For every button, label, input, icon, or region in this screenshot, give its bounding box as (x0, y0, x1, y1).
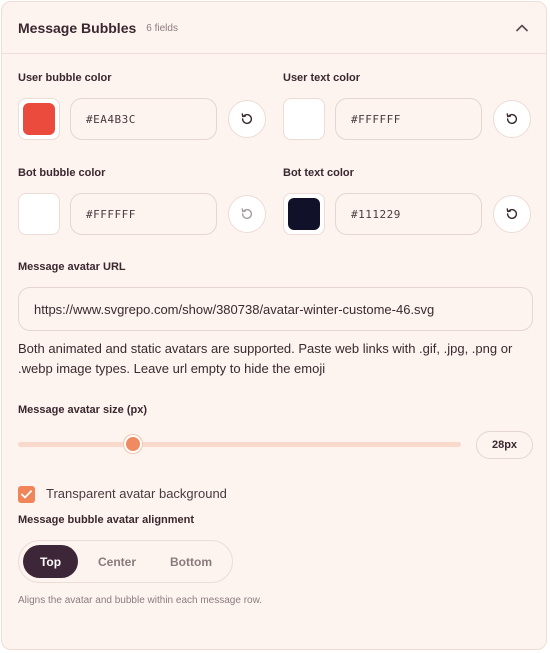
alignment-option-center[interactable]: Center (85, 545, 149, 578)
swatch-fill (23, 198, 55, 230)
avatar-size-slider-track[interactable] (18, 442, 461, 447)
bot-bubble-color-input[interactable] (70, 193, 217, 235)
collapse-button[interactable] (512, 18, 532, 38)
panel-title: Message Bubbles (18, 19, 137, 36)
bot-text-color-reset-button[interactable] (493, 195, 531, 233)
user-bubble-color-input[interactable] (70, 98, 217, 140)
avatar-url-label: Message avatar URL (18, 261, 126, 273)
swatch-fill (23, 103, 55, 135)
alignment-segmented-control: Top Center Bottom (18, 540, 233, 583)
field-count: 6 fields (146, 23, 178, 34)
alignment-help: Aligns the avatar and bubble within each… (18, 595, 263, 606)
reset-icon (241, 113, 253, 125)
avatar-url-input[interactable] (18, 287, 533, 331)
swatch-fill (288, 198, 320, 230)
reset-icon (506, 113, 518, 125)
bot-text-color-label: Bot text color (283, 167, 354, 179)
user-text-color-input[interactable] (335, 98, 482, 140)
bot-bubble-color-swatch[interactable] (18, 193, 60, 235)
alignment-option-top[interactable]: Top (23, 545, 78, 578)
alignment-label: Message bubble avatar alignment (18, 514, 195, 526)
check-icon (21, 490, 32, 499)
user-bubble-color-reset-button[interactable] (228, 100, 266, 138)
user-text-color-label: User text color (283, 72, 361, 84)
user-text-color-swatch[interactable] (283, 98, 325, 140)
bot-text-color-input[interactable] (335, 193, 482, 235)
alignment-option-bottom[interactable]: Bottom (158, 545, 224, 578)
avatar-size-label: Message avatar size (px) (18, 404, 148, 416)
reset-icon (241, 208, 253, 220)
avatar-size-value: 28px (476, 431, 533, 459)
panel-header[interactable]: Message Bubbles 6 fields (2, 2, 546, 54)
user-text-color-reset-button[interactable] (493, 100, 531, 138)
reset-icon (506, 208, 518, 220)
message-bubbles-panel: Message Bubbles 6 fields User bubble col… (1, 1, 547, 650)
chevron-up-icon (516, 24, 528, 32)
transparent-background-checkbox[interactable] (18, 486, 35, 503)
swatch-fill (288, 103, 320, 135)
user-bubble-color-label: User bubble color (18, 72, 112, 84)
transparent-background-label[interactable]: Transparent avatar background (46, 486, 227, 501)
bot-bubble-color-label: Bot bubble color (18, 167, 106, 179)
bot-text-color-swatch[interactable] (283, 193, 325, 235)
user-bubble-color-swatch[interactable] (18, 98, 60, 140)
avatar-url-help: Both animated and static avatars are sup… (18, 341, 513, 376)
avatar-size-slider-thumb[interactable] (124, 435, 143, 453)
bot-bubble-color-reset-button[interactable] (228, 195, 266, 233)
